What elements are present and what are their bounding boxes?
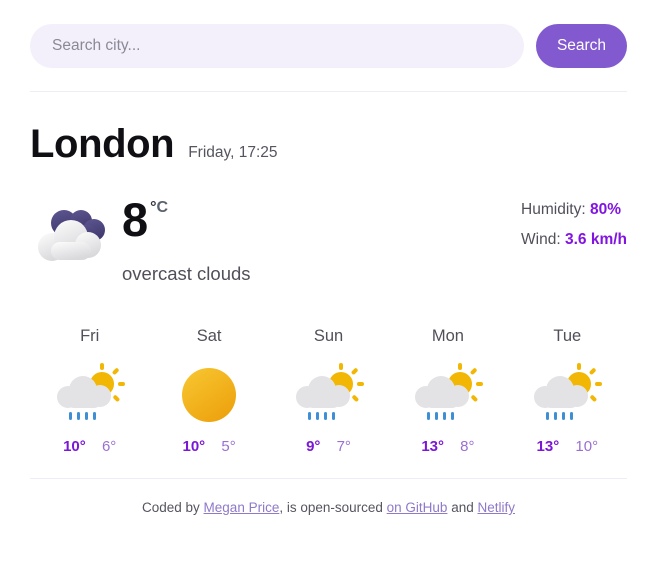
forecast-temp-max: 13° [421,438,444,456]
rain-sun-icon [295,363,364,421]
search-button[interactable]: Search [536,24,627,68]
wind-row: Wind: 3.6 km/h [521,231,627,249]
forecast-temp-min: 8° [460,438,475,456]
forecast-temps: 9° 7° [269,438,388,455]
forecast-temp-max: 10° [63,438,86,456]
sun-icon [182,368,237,423]
forecast-temps: 10° 5° [149,438,268,455]
author-link[interactable]: Megan Price [204,500,280,515]
city-datetime: Friday, 17:25 [188,144,278,161]
forecast-temps: 13° 10° [508,438,627,455]
netlify-link[interactable]: Netlify [477,500,515,515]
current-temperature: 8 [122,193,149,246]
forecast-temp-min: 6° [101,438,117,456]
forecast-day-sat: Sat 10° 5° [149,327,268,455]
forecast-day-tue: Tue 13° 10° [508,327,627,455]
temperature-unit: °C [150,199,168,217]
forecast-temp-max: 9° [306,438,321,456]
humidity-label: Humidity: [521,201,586,218]
forecast-dayname: Sat [196,327,222,346]
forecast-dayname: Mon [431,327,464,346]
footer-conjunction: and [447,500,478,516]
unit-letter: C [156,199,169,216]
forecast-dayname: Tue [553,327,582,346]
forecast-temp-max: 13° [536,438,560,456]
divider-bottom [30,478,627,480]
forecast-strip: Fri 10° 6° Sat 10° 5° Sun 9° 7° Mon 13° … [30,327,627,455]
city-name: London [30,122,175,166]
rain-sun-icon [534,363,603,421]
forecast-day-mon: Mon 13° 8° [388,327,507,455]
forecast-dayname: Fri [80,327,100,346]
current-main: 8 °C overcast clouds [30,191,251,285]
weather-app-card: Search London Friday, 17:25 [0,0,657,568]
rain-sun-icon [56,363,125,421]
weather-details: Humidity: 80% Wind: 3.6 km/h [521,191,627,261]
github-link[interactable]: on GitHub [387,500,448,515]
overcast-clouds-icon [38,210,105,261]
forecast-day-fri: Fri 10° 6° [30,327,149,455]
divider-top [30,91,627,92]
search-input[interactable] [30,24,524,68]
current-conditions: 8 °C overcast clouds Humidity: 80% Wind:… [30,191,627,285]
forecast-temps: 13° 8° [388,438,507,455]
humidity-row: Humidity: 80% [521,201,627,219]
forecast-day-sun: Sun 9° 7° [269,327,388,455]
forecast-temps: 10° 6° [30,438,149,455]
forecast-temp-max: 10° [182,438,206,456]
search-bar: Search [30,0,627,68]
humidity-value: 80% [589,201,621,218]
wind-value: 3.6 km/h [564,231,627,248]
footer-prefix: Coded by [142,500,204,516]
forecast-temp-min: 5° [221,438,236,456]
weather-description: overcast clouds [122,263,251,285]
wind-label: Wind: [521,231,561,248]
footer: Coded by Megan Price, is open-sourced on… [30,500,627,515]
footer-middle: , is open-sourced [279,500,387,516]
forecast-dayname: Sun [313,327,344,346]
forecast-temp-min: 7° [336,438,351,456]
forecast-temp-min: 10° [575,438,599,456]
current-temperature-block: 8 °C overcast clouds [122,191,251,285]
rain-sun-icon [414,363,483,421]
city-header: London Friday, 17:25 [30,122,627,167]
